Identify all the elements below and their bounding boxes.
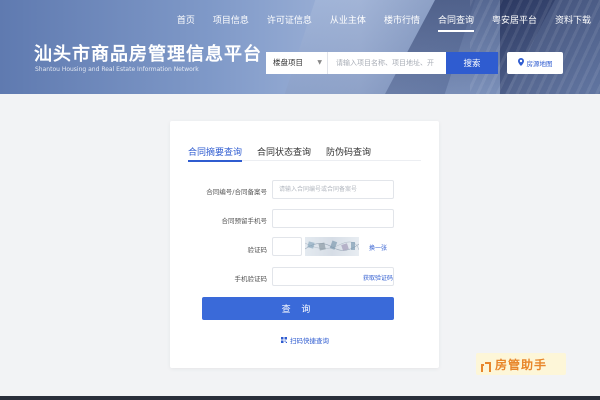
captcha-label: 验证码: [247, 246, 268, 254]
captcha-image[interactable]: [305, 237, 359, 256]
house-logo-icon: [480, 358, 492, 372]
nav-item-practitioners[interactable]: 从业主体: [321, 14, 375, 30]
site-header: 首页 项目信息 许可证信息 从业主体 楼市行情 合同查询 粤安居平台 资料下载 …: [0, 0, 600, 94]
nav-item-market[interactable]: 楼市行情: [375, 14, 429, 30]
search-button[interactable]: 搜索: [446, 52, 498, 74]
qr-code-icon: [281, 337, 287, 343]
footer-bar: [0, 396, 600, 400]
scan-qr-query-label: 扫码快捷查询: [290, 337, 329, 345]
get-sms-code-link[interactable]: 获取验证码: [363, 273, 393, 282]
phone-input[interactable]: [272, 209, 394, 228]
nav-item-contract-query[interactable]: 合同查询: [429, 14, 483, 32]
tab-contract-summary[interactable]: 合同摘要查询: [188, 145, 243, 162]
sms-code-label: 手机验证码: [234, 275, 268, 283]
site-subtitle: Shantou Housing and Real Estate Informat…: [35, 66, 199, 73]
house-map-label: 房源地图: [526, 60, 553, 68]
contract-no-label: 合同编号/合同备案号: [206, 188, 267, 196]
house-map-button[interactable]: 房源地图: [507, 52, 563, 74]
watermark-text: 房管助手: [495, 357, 548, 372]
search-input[interactable]: [328, 52, 446, 74]
map-pin-icon: [517, 58, 524, 68]
tab-anti-counterfeit[interactable]: 防伪码查询: [326, 145, 371, 158]
search-category-select[interactable]: 楼盘项目 ▼: [266, 52, 328, 74]
nav-item-permits[interactable]: 许可证信息: [258, 14, 321, 30]
nav-item-home[interactable]: 首页: [168, 14, 204, 30]
nav-item-yueanju[interactable]: 粤安居平台: [483, 14, 546, 30]
site-title: 汕头市商品房管理信息平台: [34, 44, 262, 65]
nav-item-projects[interactable]: 项目信息: [204, 14, 258, 30]
refresh-captcha-link[interactable]: 换一张: [369, 243, 387, 252]
query-tabs: 合同摘要查询 合同状态查询 防伪码查询: [188, 145, 421, 162]
phone-label: 合同预留手机号: [221, 217, 268, 225]
contract-query-card: 合同摘要查询 合同状态查询 防伪码查询 合同编号/合同备案号 合同预留手机号 验…: [170, 121, 439, 368]
scan-qr-query-link[interactable]: 扫码快捷查询: [281, 335, 329, 345]
top-nav: 首页 项目信息 许可证信息 从业主体 楼市行情 合同查询 粤安居平台 资料下载: [168, 14, 600, 32]
tab-contract-status[interactable]: 合同状态查询: [257, 145, 311, 158]
fangguan-assistant-watermark: 房管助手: [476, 353, 566, 375]
search-category-value: 楼盘项目: [273, 58, 303, 67]
contract-no-input[interactable]: [272, 180, 394, 199]
captcha-input[interactable]: [272, 237, 302, 256]
nav-item-downloads[interactable]: 资料下载: [546, 14, 600, 30]
query-button[interactable]: 查 询: [202, 297, 394, 320]
search-bar: 楼盘项目 ▼ 搜索: [266, 52, 498, 74]
chevron-down-icon: ▼: [317, 59, 322, 66]
